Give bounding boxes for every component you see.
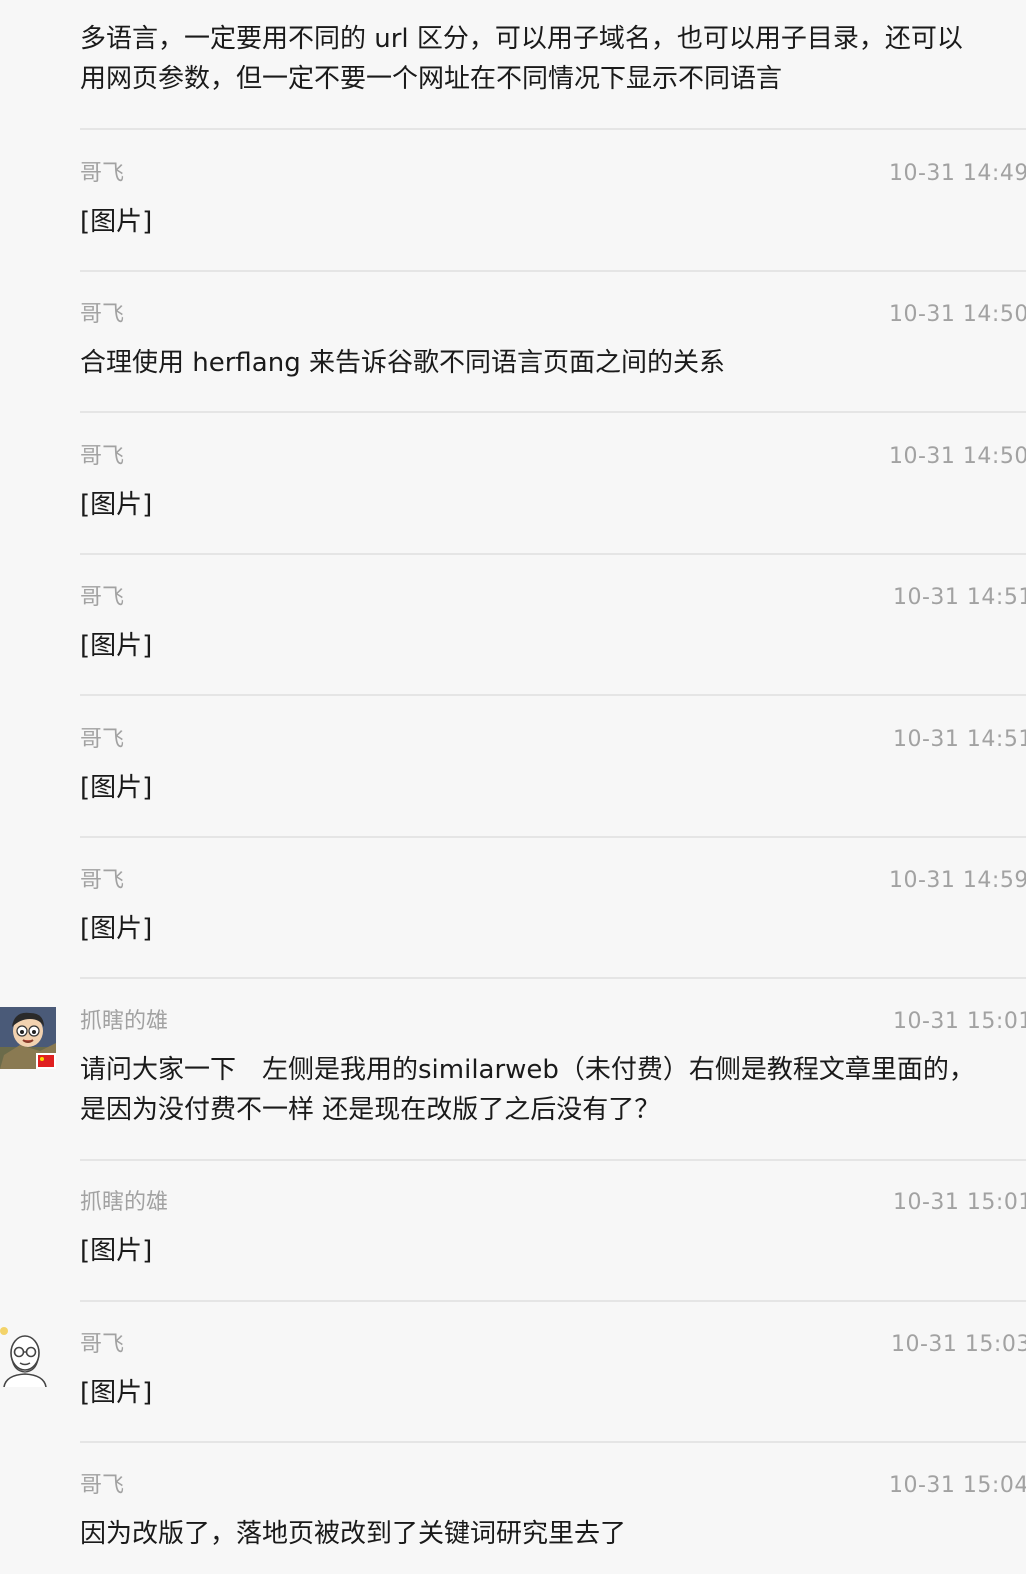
sender-name: 哥飞 [80, 302, 125, 327]
image-placeholder[interactable]: [图片] [80, 1231, 1026, 1271]
image-placeholder[interactable]: [图片] [80, 1373, 1026, 1413]
message-text-line: 多语言，一定要用不同的 url 区分，可以用子域名，也可以用子目录，还可以 [80, 24, 963, 54]
image-placeholder[interactable]: [图片] [80, 485, 1026, 525]
message-text: [图片] [80, 1231, 1026, 1271]
message-divider [80, 1159, 1026, 1161]
message-time: 10-31 15:01 [893, 1190, 1026, 1215]
cartoon-boy-avatar-image [0, 1007, 56, 1069]
message-time: 10-31 14:51 [893, 585, 1026, 610]
message-time: 10-31 14:50 [889, 302, 1026, 327]
message-text-line: 是因为没付费不一样 还是现在改版了之后没有了？ [80, 1095, 661, 1125]
message-text: 因为改版了，落地页被改到了关键词研究里去了 [80, 1514, 1026, 1554]
image-placeholder[interactable]: [图片] [80, 909, 1026, 949]
image-placeholder[interactable]: [图片] [80, 626, 1026, 666]
message-time: 10-31 15:04 [889, 1473, 1026, 1498]
sender-name: 哥飞 [80, 161, 125, 186]
sender-name: 哥飞 [80, 1332, 125, 1357]
message-text: [图片] [80, 626, 1026, 666]
message-text: 请问大家一下 左侧是我用的similarweb（未付费）右侧是教程文章里面的， … [80, 1050, 1026, 1130]
message-time: 10-31 14:50 [889, 444, 1026, 469]
message-divider [80, 411, 1026, 413]
message-text-line: 用网页参数，但一定不要一个网址在不同情况下显示不同语言 [80, 64, 783, 94]
message-text-line: 合理使用 herflang 来告诉谷歌不同语言页面之间的关系 [80, 348, 725, 378]
bald-man-glasses-avatar[interactable] [0, 1325, 56, 1387]
message-time: 10-31 14:49 [889, 161, 1026, 186]
china-flag-icon [38, 1055, 54, 1067]
sender-name: 哥飞 [80, 1473, 125, 1498]
message-time: 10-31 15:03 [891, 1332, 1026, 1357]
message-divider [80, 694, 1026, 696]
message-divider [80, 270, 1026, 272]
message-time: 10-31 14:51 [893, 727, 1026, 752]
sender-name: 抓瞎的雄 [80, 1009, 169, 1034]
bald-man-glasses-avatar-image [0, 1325, 56, 1387]
sender-name: 哥飞 [80, 727, 125, 752]
message-time: 10-31 15:01 [893, 1009, 1026, 1034]
message-divider [80, 553, 1026, 555]
sender-name: 哥飞 [80, 868, 125, 893]
message-text: [图片] [80, 202, 1026, 242]
message-text: 多语言，一定要用不同的 url 区分，可以用子域名，也可以用子目录，还可以 用网… [80, 19, 1026, 99]
sender-name: 抓瞎的雄 [80, 1190, 169, 1215]
message-text-line: 因为改版了，落地页被改到了关键词研究里去了 [80, 1519, 627, 1549]
message-divider [80, 1300, 1026, 1302]
message-divider [80, 836, 1026, 838]
message-text: [图片] [80, 768, 1026, 808]
image-placeholder[interactable]: [图片] [80, 202, 1026, 242]
cartoon-boy-avatar[interactable] [0, 1007, 56, 1069]
message-text: [图片] [80, 1373, 1026, 1413]
sender-name: 哥飞 [80, 585, 125, 610]
image-placeholder[interactable]: [图片] [80, 768, 1026, 808]
sender-name: 哥飞 [80, 444, 125, 469]
message-time: 10-31 14:59 [889, 868, 1026, 893]
chat-history: 多语言，一定要用不同的 url 区分，可以用子域名，也可以用子目录，还可以 用网… [0, 0, 1026, 1574]
message-text-line: 请问大家一下 左侧是我用的similarweb（未付费）右侧是教程文章里面的， [80, 1055, 975, 1085]
message-divider [80, 128, 1026, 130]
message-text: [图片] [80, 909, 1026, 949]
message-divider [80, 1441, 1026, 1443]
message-text: 合理使用 herflang 来告诉谷歌不同语言页面之间的关系 [80, 343, 1026, 383]
message-text: [图片] [80, 485, 1026, 525]
message-divider [80, 977, 1026, 979]
